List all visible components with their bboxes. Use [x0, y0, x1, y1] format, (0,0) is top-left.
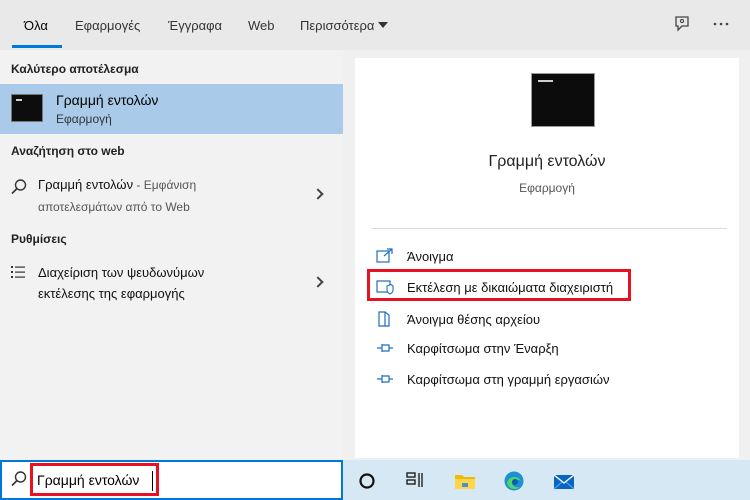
action-open-file-location[interactable]: Άνοιγμα θέσης αρχείου [376, 309, 726, 331]
edge-icon[interactable] [503, 470, 525, 492]
file-explorer-icon[interactable] [454, 470, 476, 492]
tab-apps[interactable]: Εφαρμογές [75, 18, 140, 33]
file-location-icon [378, 311, 390, 327]
tab-more-label: Περισσότερα [300, 18, 375, 33]
active-tab-indicator [12, 45, 62, 48]
settings-heading: Ρυθμίσεις [11, 232, 67, 246]
tab-web[interactable]: Web [248, 18, 275, 33]
settings-result-line2: εκτέλεσης της εφαρμογής [38, 286, 185, 301]
tab-documents[interactable]: Έγγραφα [168, 18, 222, 33]
highlight-run-as-admin [367, 269, 631, 301]
web-result-query: Γραμμή εντολών [38, 177, 134, 192]
action-pin-taskbar-label: Καρφίτσωμα στη γραμμή εργασιών [407, 372, 610, 387]
web-result-line2: αποτελεσμάτων από το Web [38, 200, 190, 214]
list-settings-icon [11, 266, 25, 278]
open-icon [376, 248, 393, 263]
highlight-search-text [30, 463, 159, 496]
action-open-label: Άνοιγμα [407, 249, 454, 264]
web-result-text: Γραμμή εντολών - Εμφάνιση αποτελεσμάτων … [38, 174, 298, 218]
settings-result-item[interactable]: Διαχείριση των ψευδωνύμων εκτέλεσης της … [0, 262, 343, 306]
more-options-icon[interactable] [711, 14, 731, 34]
search-icon [11, 179, 27, 195]
cortana-icon[interactable] [356, 470, 378, 492]
chevron-right-icon [312, 188, 324, 200]
best-match-title: Γραμμή εντολών [56, 92, 159, 108]
web-search-heading: Αναζήτηση στο web [11, 144, 125, 158]
action-open[interactable]: Άνοιγμα [376, 246, 726, 268]
tab-all[interactable]: Όλα [24, 18, 48, 33]
pin-icon [377, 375, 393, 383]
mail-icon[interactable] [553, 470, 575, 492]
tab-more[interactable]: Περισσότερα [300, 18, 389, 33]
web-result-suffix: - Εμφάνιση [133, 178, 197, 192]
settings-result-text: Διαχείριση των ψευδωνύμων εκτέλεσης της … [38, 262, 298, 304]
best-match-subtitle: Εφαρμογή [56, 112, 112, 126]
command-prompt-large-icon [531, 73, 595, 127]
best-match-heading: Καλύτερο αποτέλεσμα [11, 62, 139, 76]
settings-result-line1: Διαχείριση των ψευδωνύμων [38, 265, 205, 280]
best-match-item[interactable]: Γραμμή εντολών Εφαρμογή [0, 84, 343, 134]
preview-title: Γραμμή εντολών [488, 153, 606, 170]
action-open-file-location-label: Άνοιγμα θέσης αρχείου [407, 312, 541, 327]
chevron-right-icon [312, 276, 324, 288]
task-view-icon[interactable] [404, 470, 426, 492]
pin-icon [377, 344, 393, 352]
action-pin-start-label: Καρφίτσωμα στην Έναρξη [407, 341, 559, 356]
action-pin-taskbar[interactable]: Καρφίτσωμα στη γραμμή εργασιών [376, 369, 726, 391]
action-pin-start[interactable]: Καρφίτσωμα στην Έναρξη [376, 338, 726, 360]
caret-down-icon [378, 22, 389, 28]
preview-divider [371, 228, 727, 229]
feedback-icon[interactable] [672, 14, 692, 34]
web-result-item[interactable]: Γραμμή εντολών - Εμφάνιση αποτελεσμάτων … [0, 174, 343, 218]
search-tabs-bar: Όλα Εφαρμογές Έγγραφα Web Περισσότερα [0, 0, 750, 50]
search-icon [11, 471, 27, 487]
preview-subtitle: Εφαρμογή [519, 181, 575, 195]
command-prompt-icon [11, 94, 43, 122]
